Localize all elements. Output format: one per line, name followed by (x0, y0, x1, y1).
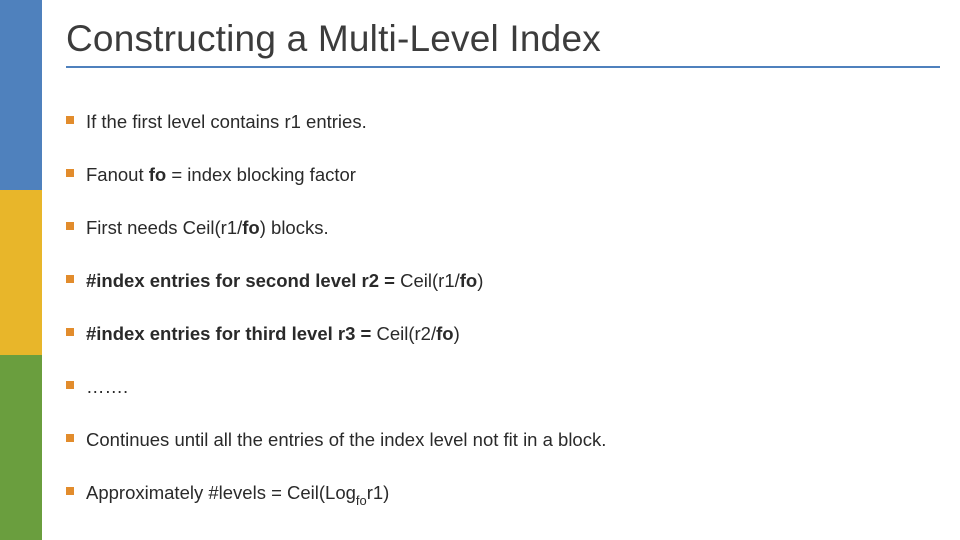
slide-title: Constructing a Multi-Level Index (66, 18, 940, 60)
bullet-bold: fo (149, 164, 166, 185)
bullet-text: If the first level contains r1 entries. (86, 111, 367, 132)
list-item: ……. (66, 375, 940, 400)
bullet-text: ……. (86, 376, 128, 397)
bullet-text: ) (454, 323, 460, 344)
bullet-text: Fanout (86, 164, 149, 185)
list-item: #index entries for third level r3 = Ceil… (66, 322, 940, 347)
list-item: If the first level contains r1 entries. (66, 110, 940, 135)
accent-blue (0, 0, 42, 190)
list-item: Fanout fo = index blocking factor (66, 163, 940, 188)
bullet-subscript: fo (356, 493, 367, 508)
bullet-text: Continues until all the entries of the i… (86, 429, 606, 450)
bullet-text: ) (477, 270, 483, 291)
bullet-text: ) blocks. (260, 217, 329, 238)
bullet-bold: fo (436, 323, 453, 344)
bullet-text: r1) (367, 482, 390, 503)
bullet-bold: fo (460, 270, 477, 291)
bullet-text: First needs Ceil(r1/ (86, 217, 242, 238)
list-item: #index entries for second level r2 = Cei… (66, 269, 940, 294)
bullet-text: Ceil(r2/ (376, 323, 436, 344)
list-item: First needs Ceil(r1/fo) blocks. (66, 216, 940, 241)
bullet-list: If the first level contains r1 entries. … (66, 110, 940, 508)
list-item: Continues until all the entries of the i… (66, 428, 940, 453)
title-rule (66, 66, 940, 68)
bullet-text: Approximately #levels = Ceil(Log (86, 482, 356, 503)
accent-sidebar (0, 0, 42, 540)
bullet-text: = index blocking factor (166, 164, 356, 185)
bullet-bold: fo (242, 217, 259, 238)
bullet-text: Ceil(r1/ (400, 270, 460, 291)
bullet-bold: #index entries for second level r2 = (86, 270, 400, 291)
list-item: Approximately #levels = Ceil(Logfor1) (66, 481, 940, 508)
accent-green (0, 355, 42, 540)
slide-content: Constructing a Multi-Level Index If the … (66, 18, 940, 536)
accent-yellow (0, 190, 42, 355)
bullet-bold: #index entries for third level r3 = (86, 323, 376, 344)
